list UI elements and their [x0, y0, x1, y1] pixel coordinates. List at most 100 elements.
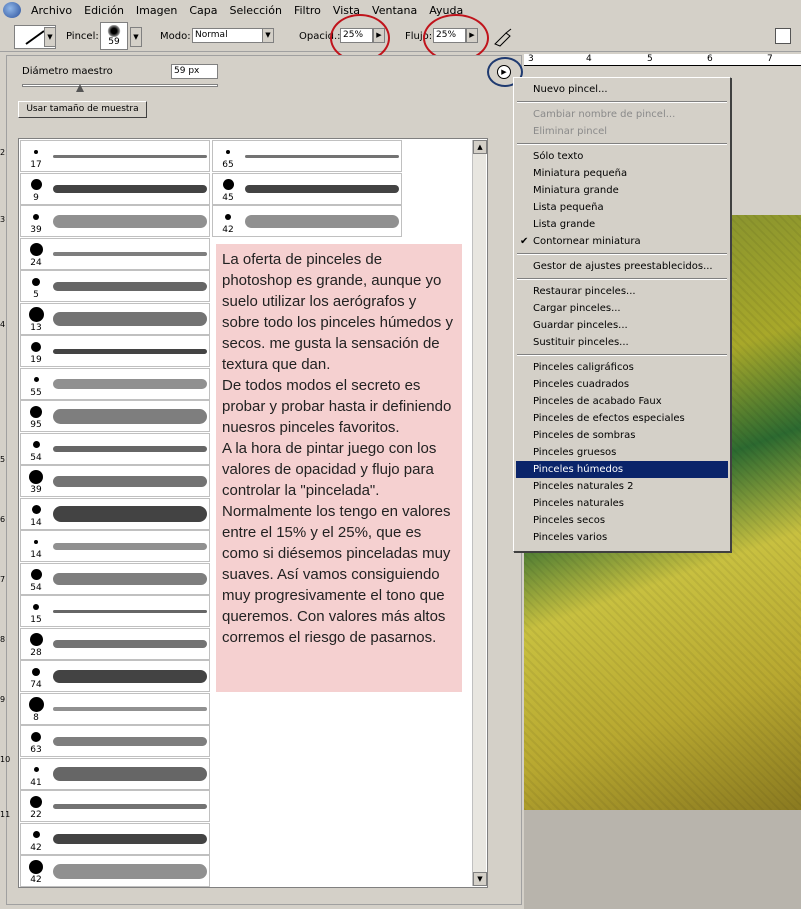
brush-item[interactable]: 45 — [212, 172, 402, 205]
brush-size-label: 13 — [30, 322, 42, 333]
brush-picker[interactable]: 59 — [100, 22, 128, 50]
brush-item[interactable]: 14 — [20, 530, 210, 562]
brush-item[interactable]: 22 — [20, 790, 210, 822]
menu-item[interactable]: Cargar pinceles... — [516, 300, 728, 317]
diameter-slider-thumb[interactable] — [76, 84, 84, 92]
menu-separator — [517, 101, 727, 103]
brush-tip-icon — [23, 241, 49, 259]
menu-item[interactable]: Pinceles gruesos — [516, 444, 728, 461]
diameter-slider-track[interactable] — [22, 84, 218, 87]
menu-item-label: Pinceles naturales — [533, 498, 625, 509]
menu-item[interactable]: Sólo texto — [516, 148, 728, 165]
brush-tip-icon — [215, 143, 241, 161]
menu-item-label: Pinceles de sombras — [533, 430, 636, 441]
brush-item[interactable]: 42 — [20, 822, 210, 855]
menu-item[interactable]: Pinceles húmedos — [516, 461, 728, 478]
menu-filtro[interactable]: Filtro — [288, 4, 327, 17]
brush-item[interactable]: 28 — [20, 627, 210, 660]
brush-item[interactable]: 42 — [20, 855, 210, 887]
menu-item[interactable]: Miniatura pequeña — [516, 165, 728, 182]
brush-item[interactable]: 8 — [20, 692, 210, 725]
scroll-up-button[interactable]: ▲ — [473, 140, 487, 154]
brush-item[interactable]: 63 — [20, 725, 210, 757]
menu-imagen[interactable]: Imagen — [130, 4, 183, 17]
brush-item[interactable]: 24 — [20, 237, 210, 270]
menu-archivo[interactable]: Archivo — [25, 4, 78, 17]
menu-item[interactable]: Pinceles de efectos especiales — [516, 410, 728, 427]
brush-item[interactable]: 17 — [20, 140, 210, 172]
menu-item[interactable]: Guardar pinceles... — [516, 317, 728, 334]
menu-item[interactable]: Lista grande — [516, 216, 728, 233]
menu-item[interactable]: Pinceles de acabado Faux — [516, 393, 728, 410]
ruler-label: 5 — [647, 54, 653, 64]
menu-ventana[interactable]: Ventana — [366, 4, 423, 17]
brush-picker-dropdown[interactable]: ▼ — [130, 27, 142, 47]
menu-item[interactable]: Lista pequeña — [516, 199, 728, 216]
brush-tip-icon — [23, 728, 49, 746]
brush-tip-icon — [23, 826, 49, 844]
airbrush-icon[interactable] — [492, 27, 514, 47]
brush-stroke-preview — [53, 208, 207, 234]
mode-select[interactable]: Normal — [192, 28, 264, 43]
menu-item[interactable]: Gestor de ajustes preestablecidos... — [516, 258, 728, 275]
brush-item[interactable]: 19 — [20, 335, 210, 367]
brush-size-label: 42 — [30, 842, 42, 853]
brush-stroke-preview — [53, 858, 207, 884]
brush-item[interactable]: 54 — [20, 562, 210, 595]
menu-item[interactable]: Miniatura grande — [516, 182, 728, 199]
brush-size-label: 95 — [30, 420, 42, 430]
brush-item[interactable]: 14 — [20, 497, 210, 530]
brush-item[interactable]: 15 — [20, 595, 210, 627]
menu-item[interactable]: Pinceles caligráficos — [516, 359, 728, 376]
menu-item-label: Contornear miniatura — [533, 236, 641, 247]
brush-item[interactable]: 55 — [20, 367, 210, 400]
brush-list-scrollbar[interactable]: ▲ ▼ — [472, 140, 487, 886]
brush-item[interactable]: 13 — [20, 302, 210, 335]
menu-separator — [517, 143, 727, 145]
menu-item[interactable]: Pinceles secos — [516, 512, 728, 529]
scroll-down-button[interactable]: ▼ — [473, 872, 487, 886]
master-diameter-field[interactable]: 59 px — [171, 64, 218, 79]
brush-item[interactable]: 9 — [20, 172, 210, 205]
palette-well-icon[interactable] — [775, 28, 791, 44]
menu-item-label: Lista pequeña — [533, 202, 604, 213]
ruler-label: 2 — [0, 148, 6, 157]
brush-item[interactable]: 42 — [212, 205, 402, 237]
brush-item[interactable]: 54 — [20, 432, 210, 465]
menu-item[interactable]: Pinceles cuadrados — [516, 376, 728, 393]
menu-item[interactable]: Pinceles de sombras — [516, 427, 728, 444]
brush-stroke-preview — [245, 143, 399, 169]
canvas-background — [524, 810, 801, 909]
menu-item-label: Miniatura pequeña — [533, 168, 628, 179]
brush-item[interactable]: 65 — [212, 140, 402, 172]
ruler-label: 7 — [0, 575, 6, 584]
menu-item[interactable]: Restaurar pinceles... — [516, 283, 728, 300]
menu-item[interactable]: Nuevo pincel... — [516, 81, 728, 98]
use-sample-size-button[interactable]: Usar tamaño de muestra — [18, 101, 147, 118]
menu-item[interactable]: Pinceles naturales — [516, 495, 728, 512]
menu-item-label: Pinceles secos — [533, 515, 606, 526]
menu-edicion[interactable]: Edición — [78, 4, 130, 17]
menu-seleccion[interactable]: Selección — [224, 4, 288, 17]
brush-tip-icon — [23, 631, 49, 649]
brush-item[interactable]: 39 — [20, 205, 210, 237]
menu-item[interactable]: Pinceles naturales 2 — [516, 478, 728, 495]
brush-size-label: 28 — [30, 647, 42, 658]
menu-item[interactable]: Pinceles varios — [516, 529, 728, 546]
menu-capa[interactable]: Capa — [183, 4, 223, 17]
brush-item[interactable]: 95 — [20, 400, 210, 432]
brush-item[interactable]: 5 — [20, 270, 210, 302]
menu-item[interactable]: Sustituir pinceles... — [516, 334, 728, 351]
brush-size-label: 14 — [30, 550, 42, 560]
tool-preset-dropdown[interactable]: ▼ — [44, 27, 56, 47]
menu-item-label: Lista grande — [533, 219, 596, 230]
menu-separator — [517, 253, 727, 255]
brush-item[interactable]: 41 — [20, 757, 210, 790]
brush-size-label: 39 — [30, 225, 42, 235]
mode-select-arrow[interactable]: ▼ — [262, 28, 274, 43]
menu-separator — [517, 354, 727, 356]
brush-item[interactable]: 39 — [20, 465, 210, 497]
menu-item[interactable]: ✔ Contornear miniatura — [516, 233, 728, 250]
brush-stroke-preview — [245, 176, 399, 202]
brush-item[interactable]: 74 — [20, 660, 210, 692]
